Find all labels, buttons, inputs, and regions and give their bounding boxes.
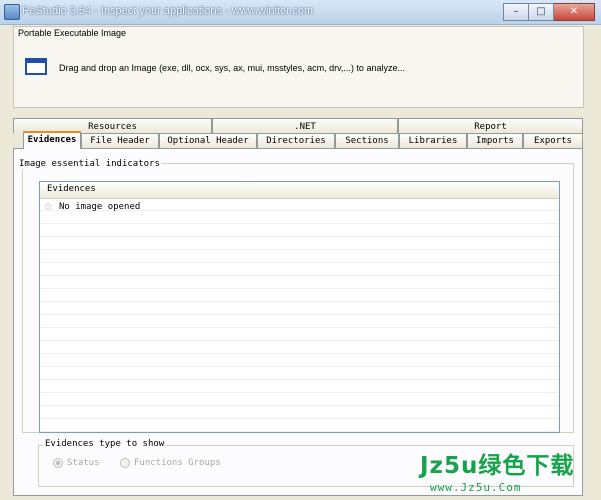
radio-functions-groups-label: Functions Groups — [134, 458, 221, 468]
title-bar[interactable]: PeStudio 3.54 - Inspect your application… — [0, 0, 601, 25]
radio-circle-icon[interactable] — [53, 458, 63, 468]
tab-optional-header[interactable]: Optional Header — [159, 133, 257, 148]
indicators-group-title: Image essential indicators — [17, 159, 162, 169]
tab-evidences[interactable]: Evidences — [23, 131, 81, 149]
tab-dotnet[interactable]: .NET — [212, 118, 398, 133]
drop-instruction[interactable]: Drag and drop an Image (exe, dll, ocx, s… — [59, 63, 405, 73]
app-icon — [4, 4, 20, 20]
radio-circle-icon[interactable] — [120, 458, 130, 468]
list-header[interactable]: Evidences — [40, 182, 559, 199]
radio-status-label: Status — [67, 458, 100, 468]
maximize-button[interactable]: □ — [529, 3, 554, 21]
window-title: PeStudio 3.54 - Inspect your application… — [22, 5, 314, 17]
radio-status[interactable]: Status — [53, 458, 100, 468]
minimize-button[interactable]: – — [503, 3, 529, 21]
pe-image-group: Portable Executable Image Drag and drop … — [13, 26, 584, 108]
window-icon — [25, 58, 47, 75]
window-controls: – □ ✕ — [503, 3, 595, 21]
list-item[interactable]: ☆ No image opened — [42, 200, 140, 213]
tab-sections[interactable]: Sections — [335, 133, 399, 148]
tab-file-header[interactable]: File Header — [81, 133, 159, 148]
list-item-text: No image opened — [59, 201, 141, 212]
radio-functions-groups[interactable]: Functions Groups — [120, 458, 221, 468]
watermark-url: www.Jz5u.Com — [430, 481, 522, 494]
pe-group-title: Portable Executable Image — [18, 28, 127, 38]
tab-directories[interactable]: Directories — [257, 133, 335, 148]
column-header-evidences[interactable]: Evidences — [47, 184, 96, 194]
tab-report[interactable]: Report — [398, 118, 583, 133]
list-body — [40, 198, 559, 432]
close-button[interactable]: ✕ — [554, 3, 595, 21]
evidence-type-title: Evidences type to show — [43, 439, 167, 449]
tab-exports[interactable]: Exports — [523, 133, 583, 148]
evidences-list[interactable]: Evidences ☆ No image opened — [39, 181, 560, 433]
app-window: PeStudio 3.54 - Inspect your application… — [0, 0, 601, 500]
tab-strip: Resources .NET Report Evidences File Hea… — [13, 118, 583, 149]
tab-libraries[interactable]: Libraries — [399, 133, 467, 148]
star-icon: ☆ — [43, 199, 53, 213]
watermark-main: Jz5u绿色下载 — [420, 453, 575, 479]
tab-imports[interactable]: Imports — [467, 133, 523, 148]
